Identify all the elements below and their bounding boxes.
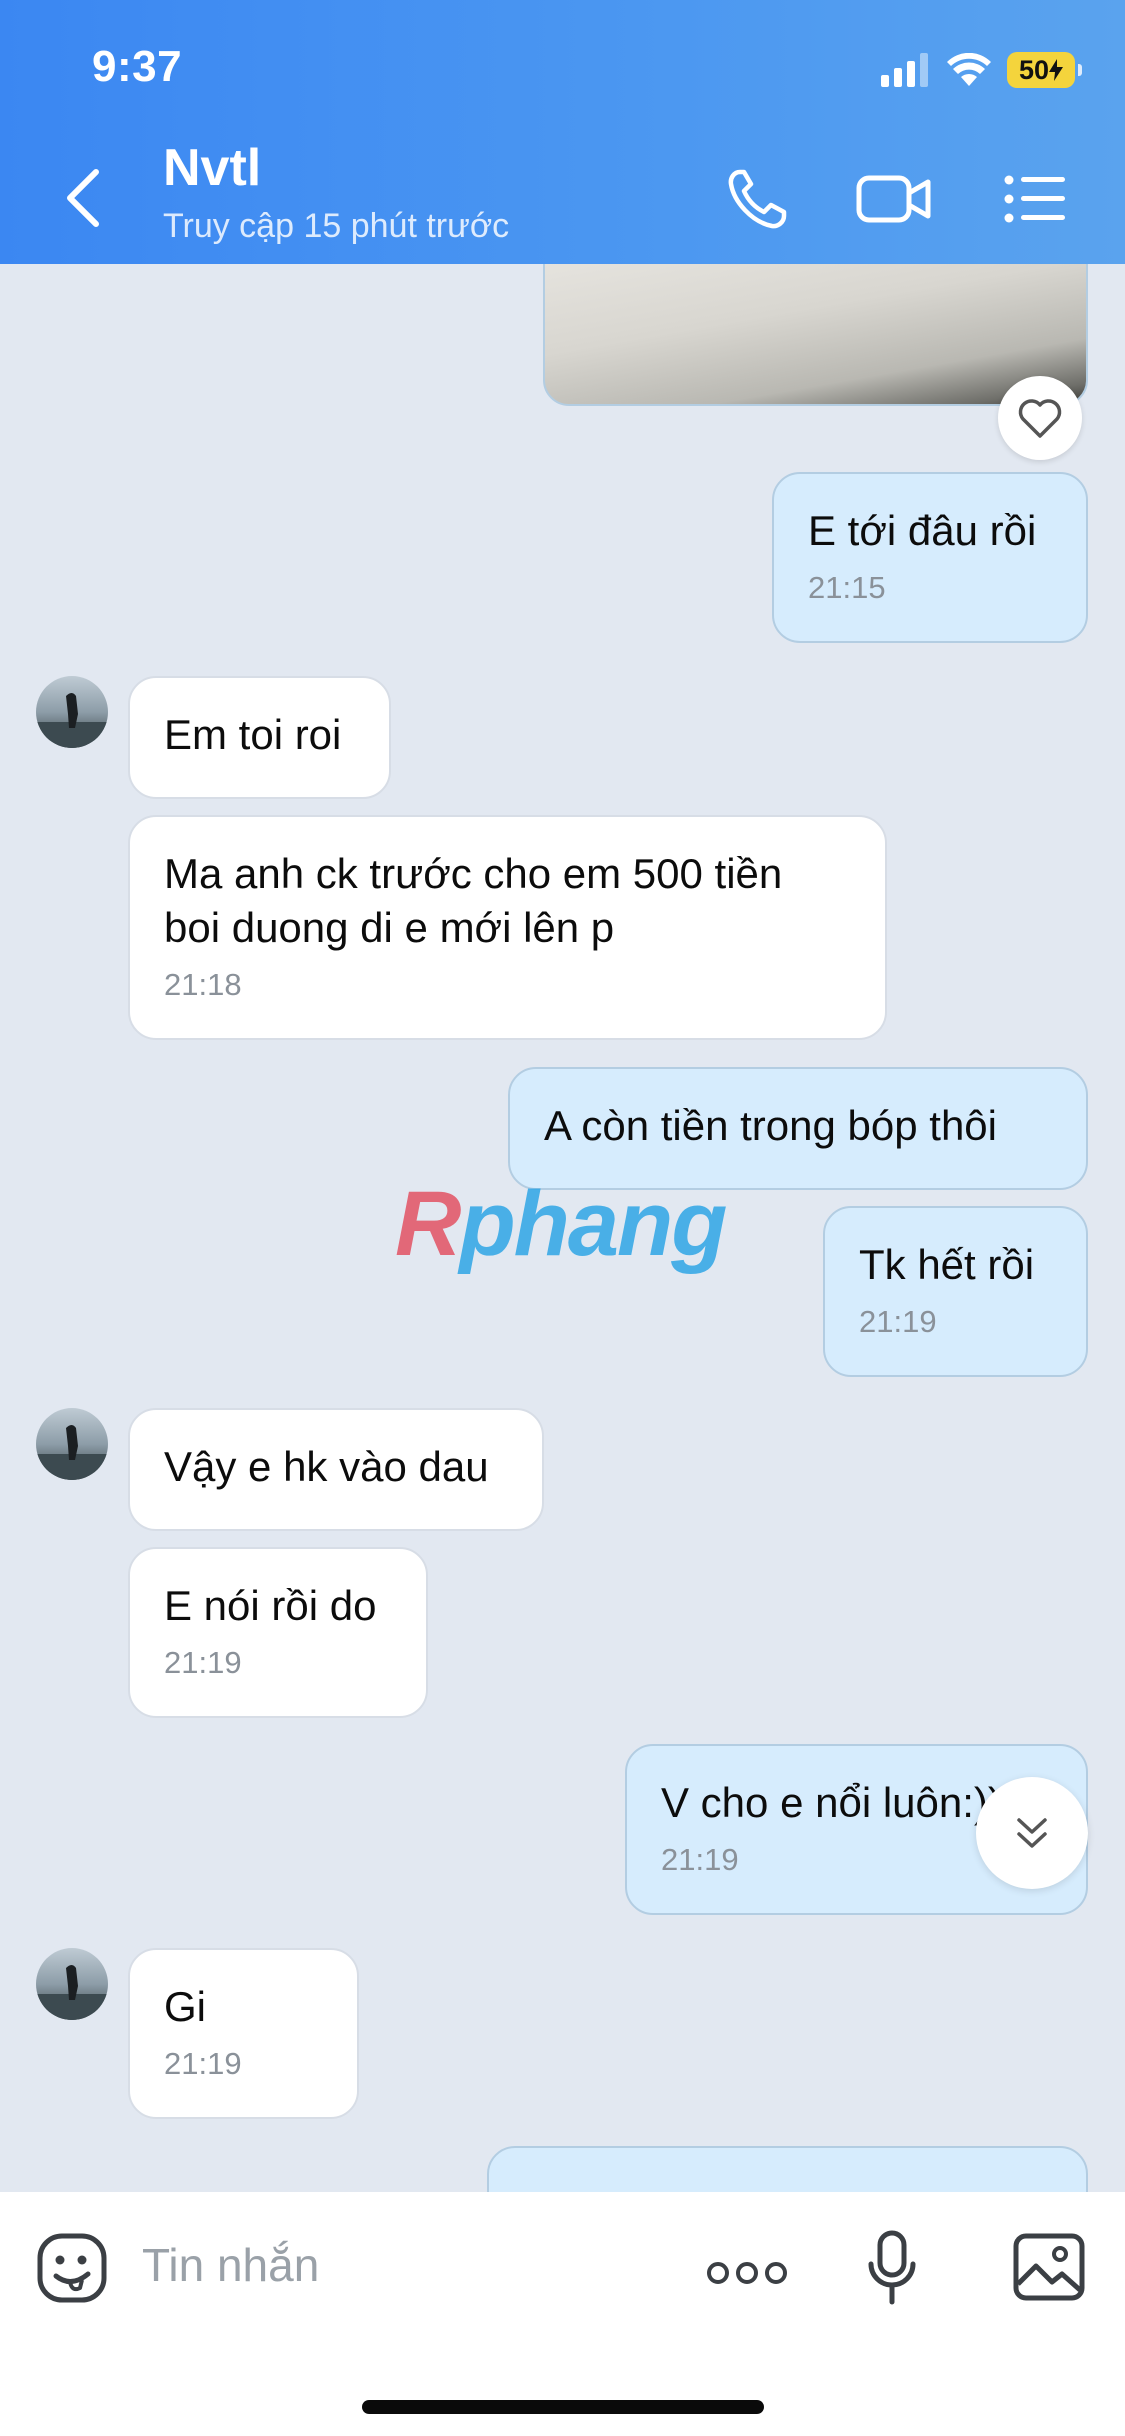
- react-button[interactable]: [998, 376, 1082, 460]
- message-text: Em toi roi: [164, 711, 342, 758]
- message-bubble-outgoing[interactable]: E tới đâu rồi 21:15: [772, 472, 1088, 643]
- message-bubble-incoming[interactable]: Gi 21:19: [128, 1948, 359, 2119]
- message-time: 21:19: [164, 1645, 242, 1680]
- scroll-to-bottom-button[interactable]: [976, 1777, 1088, 1889]
- chat-header: 9:37 50 Nvtl Truy cập 15 phút trước: [0, 0, 1125, 264]
- contact-photo: [36, 1408, 108, 1480]
- message-list[interactable]: E tới đâu rồi 21:15 Em toi roi Ma anh ck…: [0, 264, 1125, 2192]
- scroll-down-icon: [1017, 1818, 1047, 1848]
- message-bubble-outgoing[interactable]: Tk hết rồi 21:19: [823, 1206, 1088, 1377]
- video-call-icon[interactable]: [856, 168, 932, 230]
- message-text: A còn tiền trong bóp thôi: [544, 1102, 997, 1149]
- message-text: E tới đâu rồi: [808, 507, 1037, 554]
- message-time: 21:19: [164, 2046, 242, 2081]
- contact-name[interactable]: Nvtl: [163, 138, 261, 198]
- message-text: Tk hết rồi: [859, 1241, 1035, 1288]
- image-message[interactable]: [543, 264, 1088, 406]
- message-time: 21:18: [164, 967, 242, 1002]
- microphone-icon[interactable]: [866, 2230, 918, 2306]
- message-text: Ma anh ck trước cho em 500 tiền boi duon…: [164, 850, 783, 951]
- avatar[interactable]: [36, 1408, 108, 1480]
- avatar[interactable]: [36, 1948, 108, 2020]
- wifi-icon: [947, 53, 991, 86]
- signal-icon: [881, 53, 928, 87]
- list-menu-icon[interactable]: [1003, 168, 1067, 230]
- battery-level: 50: [1018, 54, 1050, 85]
- phone-icon[interactable]: [726, 168, 788, 230]
- status-indicators: 50: [881, 50, 1082, 90]
- more-icon[interactable]: [706, 2260, 788, 2286]
- message-text: Vậy e hk vào dau: [164, 1443, 489, 1490]
- charging-bolt-icon: [1049, 59, 1064, 81]
- message-time: 21:15: [808, 570, 886, 605]
- message-bubble-outgoing-partial[interactable]: [487, 2146, 1088, 2192]
- message-input[interactable]: Tin nhắn: [142, 2238, 319, 2292]
- message-time: 21:19: [859, 1304, 937, 1339]
- status-time: 9:37: [92, 42, 183, 91]
- image-icon[interactable]: [1012, 2232, 1086, 2302]
- message-bubble-incoming[interactable]: Ma anh ck trước cho em 500 tiền boi duon…: [128, 815, 887, 1040]
- watermark-logo: Rphang: [395, 1173, 727, 1275]
- contact-photo: [36, 676, 108, 748]
- message-text: Gi: [164, 1983, 206, 2030]
- contact-last-seen: Truy cập 15 phút trước: [163, 207, 510, 245]
- back-icon[interactable]: [58, 166, 114, 230]
- battery-indicator: 50: [1007, 52, 1082, 88]
- message-text: E nói rồi do: [164, 1582, 377, 1629]
- emoji-sticker-icon[interactable]: [36, 2232, 108, 2304]
- home-indicator: [362, 2400, 764, 2414]
- message-bubble-incoming[interactable]: Em toi roi: [128, 676, 391, 799]
- message-bubble-incoming[interactable]: Vậy e hk vào dau: [128, 1408, 544, 1531]
- message-bubble-incoming[interactable]: E nói rồi do 21:19: [128, 1547, 428, 1718]
- contact-photo: [36, 1948, 108, 2020]
- heart-icon: [1018, 399, 1062, 438]
- avatar[interactable]: [36, 676, 108, 748]
